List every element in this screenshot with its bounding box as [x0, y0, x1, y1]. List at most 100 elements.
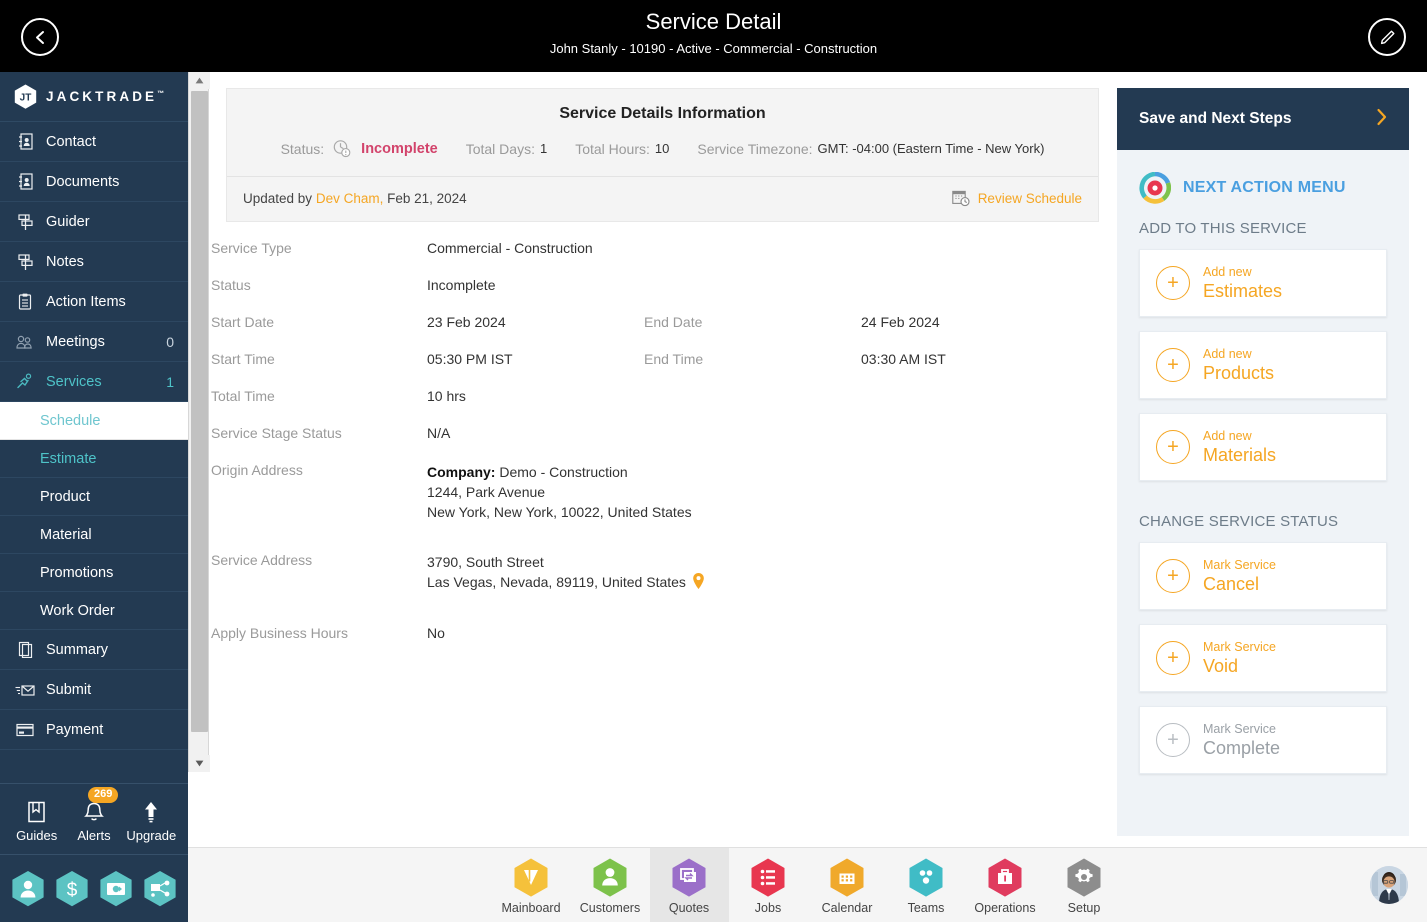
- sidebar-item-submit[interactable]: Submit: [0, 670, 188, 710]
- upgrade-button[interactable]: Upgrade: [123, 796, 180, 843]
- mark-service-cancel-card[interactable]: + Mark Service Cancel: [1139, 542, 1387, 610]
- taskbar-label: Teams: [907, 901, 945, 915]
- save-and-next-steps-header[interactable]: Save and Next Steps: [1117, 88, 1409, 150]
- money-exchange-hex-icon[interactable]: [99, 870, 133, 908]
- timezone-segment: Service Timezone: GMT: -04:00 (Eastern T…: [697, 141, 1044, 157]
- sidebar-subitem-work-order[interactable]: Work Order: [0, 592, 188, 630]
- card-text: Mark Service Complete: [1203, 722, 1280, 759]
- dollar-hex-icon[interactable]: $: [55, 870, 89, 908]
- sidebar-item-contact[interactable]: Contact: [0, 122, 188, 162]
- sidebar-item-label: Contact: [46, 133, 96, 150]
- sidebar-subitem-estimate[interactable]: Estimate: [0, 440, 188, 478]
- scrollbar-thumb[interactable]: [191, 91, 208, 732]
- field-origin-address: Origin Address Company: Demo - Construct…: [210, 462, 1115, 522]
- sidebar-item-summary[interactable]: Summary: [0, 630, 188, 670]
- field-label: End Time: [644, 351, 704, 367]
- sidebar-item-guider[interactable]: Guider: [0, 202, 188, 242]
- sidebar-item-documents[interactable]: Documents: [0, 162, 188, 202]
- sidebar-subitem-product[interactable]: Product: [0, 478, 188, 516]
- sidebar-item-label: Guider: [46, 213, 90, 230]
- origin-company-line: Company: Demo - Construction: [427, 462, 847, 482]
- pencil-icon: [1380, 30, 1394, 44]
- field-value: Incomplete: [427, 277, 496, 293]
- bottom-taskbar: Mainboard Customers Quotes Jobs Calendar…: [188, 847, 1427, 922]
- review-schedule-button[interactable]: Review Schedule: [951, 189, 1082, 207]
- edit-button[interactable]: [1368, 18, 1406, 56]
- back-button[interactable]: [21, 18, 59, 56]
- card-top-label: Add new: [1203, 346, 1252, 361]
- origin-company-value: Demo - Construction: [499, 464, 628, 480]
- origin-line-1: 1244, Park Avenue: [427, 484, 546, 500]
- mark-service-void-card[interactable]: + Mark Service Void: [1139, 624, 1387, 692]
- sidebar-subitem-material[interactable]: Material: [0, 516, 188, 554]
- map-pin-icon[interactable]: [692, 572, 705, 595]
- mark-service-complete-card[interactable]: + Mark Service Complete: [1139, 706, 1387, 774]
- taskbar-item-setup[interactable]: Setup: [1045, 848, 1124, 922]
- user-avatar[interactable]: [1370, 866, 1408, 904]
- taskbar-item-jobs[interactable]: Jobs: [729, 848, 808, 922]
- payment-card-icon: [14, 721, 36, 739]
- scroll-down-arrow[interactable]: [189, 755, 210, 772]
- field-label: Service Type: [211, 240, 292, 256]
- field-value: Commercial - Construction: [427, 240, 593, 256]
- book-icon: [26, 796, 47, 824]
- total-hours-segment: Total Hours: 10: [575, 141, 669, 157]
- taskbar-item-operations[interactable]: Operations: [966, 848, 1045, 922]
- taskbar-label: Mainboard: [501, 901, 561, 915]
- card-main-label: Products: [1203, 362, 1275, 383]
- sidebar-subitem-schedule[interactable]: Schedule: [0, 402, 188, 440]
- next-action-menu-title: NEXT ACTION MENU: [1183, 179, 1346, 196]
- info-card-footer: Updated by Dev Cham, Feb 21, 2024 Review…: [227, 177, 1098, 221]
- add-new-products-card[interactable]: + Add new Products: [1139, 331, 1387, 399]
- sidebar-item-payment[interactable]: Payment: [0, 710, 188, 750]
- field-label: End Date: [644, 314, 703, 330]
- brand-name: JACKTRADE™: [46, 89, 164, 104]
- field-label: Status: [211, 277, 251, 293]
- sidebar-scrollbar[interactable]: [188, 72, 210, 772]
- service-line-1: 3790, South Street: [427, 554, 544, 570]
- sidebar: JT JACKTRADE™ Contact Documents Guider N…: [0, 72, 188, 922]
- sidebar-item-meetings[interactable]: Meetings 0: [0, 322, 188, 362]
- quotes-icon: [669, 856, 709, 900]
- add-new-estimates-card[interactable]: + Add new Estimates: [1139, 249, 1387, 317]
- taskbar-item-calendar[interactable]: Calendar: [808, 848, 887, 922]
- field-value: 23 Feb 2024: [427, 314, 506, 330]
- add-new-materials-card[interactable]: + Add new Materials: [1139, 413, 1387, 481]
- taskbar-item-teams[interactable]: Teams: [887, 848, 966, 922]
- guides-button[interactable]: Guides: [8, 796, 65, 843]
- card-top-label: Mark Service: [1203, 557, 1276, 572]
- plus-icon: +: [1156, 723, 1190, 757]
- brand-logo[interactable]: JT JACKTRADE™: [0, 72, 188, 122]
- card-text: Mark Service Cancel: [1203, 558, 1276, 595]
- document-icon: [14, 173, 36, 191]
- card-text: Add new Materials: [1203, 429, 1276, 466]
- contact-book-icon: [14, 133, 36, 151]
- svg-text:JT: JT: [20, 93, 32, 104]
- sidebar-subitem-promotions[interactable]: Promotions: [0, 554, 188, 592]
- teams-icon: [906, 856, 946, 900]
- workflow-hex-icon[interactable]: [143, 870, 177, 908]
- page-title: Service Detail: [645, 9, 782, 34]
- taskbar-item-mainboard[interactable]: Mainboard: [492, 848, 571, 922]
- meetings-icon: [14, 333, 36, 351]
- sidebar-subitem-label: Material: [40, 526, 92, 543]
- taskbar-item-customers[interactable]: Customers: [571, 848, 650, 922]
- card-main-label: Cancel: [1203, 573, 1260, 594]
- chevron-left-icon: [35, 30, 44, 44]
- updated-by-name[interactable]: Dev Cham,: [316, 191, 384, 206]
- scroll-up-arrow[interactable]: [189, 72, 210, 89]
- sidebar-item-action-items[interactable]: Action Items: [0, 282, 188, 322]
- card-top-label: Add new: [1203, 428, 1252, 443]
- upload-arrow-icon: [142, 796, 160, 824]
- sidebar-quick-actions: $: [0, 855, 188, 922]
- alerts-button[interactable]: 269 Alerts: [65, 786, 122, 843]
- taskbar-item-quotes[interactable]: Quotes: [649, 848, 729, 922]
- sidebar-item-services[interactable]: Services 1: [0, 362, 188, 402]
- timezone-label: Service Timezone:: [697, 140, 813, 157]
- card-top-label: Mark Service: [1203, 721, 1276, 736]
- guides-label: Guides: [16, 827, 58, 843]
- total-days-value: 1: [539, 141, 548, 156]
- person-hex-icon[interactable]: [11, 870, 45, 908]
- jacktrade-hex-icon: JT: [14, 84, 37, 109]
- sidebar-item-notes[interactable]: Notes: [0, 242, 188, 282]
